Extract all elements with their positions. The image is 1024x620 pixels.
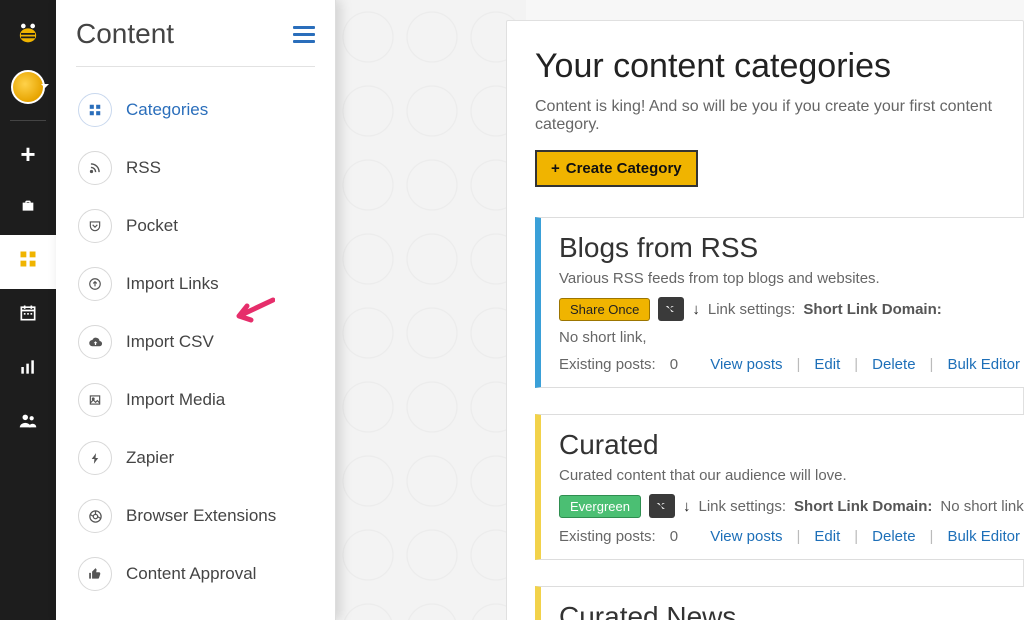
create-category-label: Create Category [566,160,682,177]
grid-icon [78,93,112,127]
sidebar-menu: Categories RSS Pocket Import Links Impor… [56,81,335,603]
calendar-icon [18,303,38,329]
cloud-upload-icon [78,325,112,359]
view-posts-link[interactable]: View posts [710,356,782,373]
create-category-button[interactable]: + Create Category [535,150,698,187]
rail-briefcase[interactable] [0,181,56,235]
grid-icon [18,249,38,275]
plus-icon: + [20,139,35,170]
short-link-value: No short link, [559,329,647,346]
upload-icon [78,267,112,301]
rail-stats[interactable] [0,343,56,397]
delete-link[interactable]: Delete [872,356,915,373]
main-area: Your content categories Content is king!… [336,0,1024,620]
delete-link[interactable]: Delete [872,528,915,545]
briefcase-icon [20,197,36,220]
rail-logo[interactable] [0,6,56,60]
sidebar-menu-toggle[interactable] [293,26,315,43]
sidebar-item-label: Pocket [126,216,178,236]
sidebar-item-label: Import CSV [126,332,214,352]
category-card: Curated News [535,586,1024,620]
image-icon [78,383,112,417]
page-panel: Your content categories Content is king!… [506,20,1024,620]
sidebar-item-label: Import Links [126,274,219,294]
category-title: Curated News [559,601,1024,620]
existing-posts-count: 0 [670,356,678,373]
short-link-domain-label: Short Link Domain: [803,301,941,318]
content-sidebar: Content Categories RSS Pocket [56,0,336,620]
existing-posts-label: Existing posts: [559,356,656,373]
category-card: Blogs from RSS Various RSS feeds from to… [535,217,1024,388]
sidebar-item-categories[interactable]: Categories [68,81,323,139]
rail-separator [10,120,46,121]
avatar-icon [11,70,45,104]
category-actions-row: Existing posts: 0 View posts | Edit | De… [559,356,1024,373]
app-rail: + [0,0,56,620]
category-settings-row: Evergreen ↓ Link settings: Short Link Do… [559,494,1024,518]
plus-icon: + [551,160,560,177]
rss-icon [78,151,112,185]
bulk-editor-link[interactable]: Bulk Editor [947,528,1020,545]
sidebar-item-label: Browser Extensions [126,506,276,526]
bolt-icon [78,441,112,475]
category-desc: Curated content that our audience will l… [559,467,1024,484]
sidebar-title: Content [76,18,174,50]
shuffle-icon[interactable] [658,297,684,321]
arrow-down-icon: ↓ [692,301,700,318]
bar-chart-icon [18,357,38,383]
sidebar-item-browser-ext[interactable]: Browser Extensions [68,487,323,545]
category-card: Curated Curated content that our audienc… [535,414,1024,560]
category-title: Curated [559,429,1024,461]
rail-account[interactable] [0,60,56,114]
rail-users[interactable] [0,397,56,451]
users-icon [17,410,39,438]
chrome-icon [78,499,112,533]
bulk-editor-link[interactable]: Bulk Editor [947,356,1020,373]
link-settings-label: Link settings: [708,301,796,318]
existing-posts-count: 0 [670,528,678,545]
bee-icon [11,16,45,50]
shuffle-icon[interactable] [649,494,675,518]
rail-add[interactable]: + [0,127,56,181]
sidebar-item-pocket[interactable]: Pocket [68,197,323,255]
existing-posts-label: Existing posts: [559,528,656,545]
share-mode-badge[interactable]: Share Once [559,298,650,321]
honeycomb-bg [336,0,526,620]
sidebar-item-label: Content Approval [126,564,256,584]
short-link-domain-label: Short Link Domain: [794,498,932,515]
rail-calendar[interactable] [0,289,56,343]
sidebar-item-label: Zapier [126,448,174,468]
sidebar-item-import-links[interactable]: Import Links [68,255,323,313]
sidebar-divider [76,66,315,67]
sidebar-item-content-approval[interactable]: Content Approval [68,545,323,603]
category-title: Blogs from RSS [559,232,1024,264]
sidebar-item-import-media[interactable]: Import Media [68,371,323,429]
page-lead: Content is king! And so will be you if y… [535,98,1023,134]
category-settings-row: Share Once ↓ Link settings: Short Link D… [559,297,1024,346]
link-settings-label: Link settings: [698,498,786,515]
annotation-arrow [225,294,275,328]
rail-content[interactable] [0,235,56,289]
thumb-up-icon [78,557,112,591]
arrow-down-icon: ↓ [683,498,691,515]
share-mode-badge[interactable]: Evergreen [559,495,641,518]
edit-link[interactable]: Edit [814,528,840,545]
sidebar-item-rss[interactable]: RSS [68,139,323,197]
view-posts-link[interactable]: View posts [710,528,782,545]
short-link-value: No short link, [940,498,1024,515]
category-desc: Various RSS feeds from top blogs and web… [559,270,1024,287]
sidebar-item-label: RSS [126,158,161,178]
sidebar-item-label: Import Media [126,390,225,410]
sidebar-item-zapier[interactable]: Zapier [68,429,323,487]
category-actions-row: Existing posts: 0 View posts | Edit | De… [559,528,1024,545]
edit-link[interactable]: Edit [814,356,840,373]
sidebar-item-label: Categories [126,100,208,120]
pocket-icon [78,209,112,243]
page-title: Your content categories [535,47,1023,86]
sidebar-item-import-csv[interactable]: Import CSV [68,313,323,371]
